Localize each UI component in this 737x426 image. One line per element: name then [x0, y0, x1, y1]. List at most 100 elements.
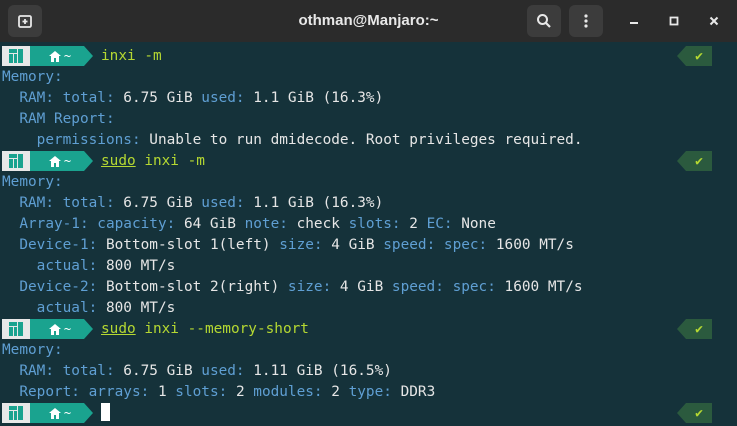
- status-check-icon: ✔: [677, 151, 712, 171]
- output-key: slots:: [348, 216, 401, 232]
- output-line: Report: arrays: 1 slots: 2 modules: 2 ty…: [2, 382, 435, 403]
- output-key: spec:: [452, 279, 496, 295]
- minimize-icon: [630, 22, 638, 24]
- output-line: Array-1: capacity: 64 GiB note: check sl…: [2, 214, 496, 235]
- output-value: 1.1 GiB (16.3%): [244, 90, 384, 106]
- output-line: actual: 800 MT/s: [2, 298, 176, 319]
- maximize-button[interactable]: [662, 9, 686, 33]
- home-dir-label: ~: [63, 49, 72, 63]
- manjaro-logo-icon: [9, 154, 23, 168]
- output-key: Memory:: [2, 342, 63, 358]
- output-key: RAM: total:: [19, 363, 115, 379]
- output-key: speed:: [383, 237, 436, 253]
- output-key: Report: arrays:: [19, 384, 150, 400]
- text-cursor: [101, 403, 110, 421]
- output-line: Memory:: [2, 172, 63, 193]
- command-sudo: sudo: [101, 321, 136, 337]
- output-key: Device-1:: [19, 237, 98, 253]
- command-line[interactable]: inxi -m: [101, 46, 162, 67]
- command-sudo: sudo: [101, 153, 136, 169]
- output-line: permissions: Unable to run dmidecode. Ro…: [2, 130, 583, 151]
- output-value: 4 GiB: [322, 237, 384, 253]
- output-key: used:: [201, 195, 245, 211]
- command-text: inxi -m: [101, 48, 162, 64]
- menu-button[interactable]: [569, 5, 603, 37]
- home-dir-label: ~: [63, 406, 72, 420]
- manjaro-logo-segment: [2, 46, 39, 66]
- output-value: 1.1 GiB (16.3%): [244, 195, 384, 211]
- command-line[interactable]: sudo inxi -m: [101, 151, 205, 172]
- home-dir-segment: ~: [30, 151, 93, 171]
- output-line: RAM Report:: [2, 109, 115, 130]
- output-value: 1: [149, 384, 176, 400]
- home-icon: [48, 155, 61, 167]
- shell-prompt: ~: [0, 403, 93, 423]
- home-dir-label: ~: [63, 154, 72, 168]
- home-icon: [48, 407, 61, 419]
- command-line[interactable]: sudo inxi --memory-short: [101, 319, 309, 340]
- output-value: 1.11 GiB (16.5%): [244, 363, 392, 379]
- output-value: Bottom-slot 1(left): [97, 237, 280, 253]
- output-key: Device-2:: [19, 279, 98, 295]
- minimize-button[interactable]: [622, 9, 646, 33]
- home-dir-segment: ~: [30, 46, 93, 66]
- output-key: Array-1: capacity:: [19, 216, 176, 232]
- shell-prompt: ~: [0, 151, 93, 171]
- home-icon: [48, 50, 61, 62]
- output-value: DDR3: [391, 384, 436, 400]
- status-check-icon: ✔: [677, 319, 712, 339]
- output-value: 4 GiB: [331, 279, 392, 295]
- output-key: EC:: [426, 216, 453, 232]
- output-line: actual: 800 MT/s: [2, 256, 176, 277]
- output-value: 800 MT/s: [97, 258, 176, 274]
- output-value: 2: [400, 216, 427, 232]
- shell-prompt: ~: [0, 46, 93, 66]
- manjaro-logo-icon: [9, 406, 23, 420]
- output-line: RAM: total: 6.75 GiB used: 1.1 GiB (16.3…: [2, 193, 383, 214]
- output-key: used:: [201, 363, 245, 379]
- output-key: permissions:: [36, 132, 141, 148]
- maximize-icon: [669, 16, 679, 26]
- output-value: Bottom-slot 2(right): [97, 279, 288, 295]
- close-icon: [709, 16, 719, 26]
- output-key: actual:: [36, 258, 98, 274]
- output-key: type:: [348, 384, 392, 400]
- output-key: actual:: [36, 300, 98, 316]
- output-key: RAM: total:: [19, 90, 115, 106]
- manjaro-logo-segment: [2, 403, 39, 423]
- output-value: None: [452, 216, 496, 232]
- output-value: 6.75 GiB: [114, 363, 202, 379]
- search-icon: [537, 14, 551, 28]
- output-value: 64 GiB: [175, 216, 245, 232]
- output-line: Memory:: [2, 67, 63, 88]
- search-button[interactable]: [527, 5, 561, 37]
- output-value: [444, 279, 453, 295]
- manjaro-logo-icon: [9, 49, 23, 63]
- output-key: speed:: [391, 279, 444, 295]
- status-check-icon: ✔: [677, 46, 712, 66]
- manjaro-logo-segment: [2, 151, 39, 171]
- output-key: note:: [244, 216, 288, 232]
- output-value: 1600 MT/s: [487, 237, 574, 253]
- home-dir-segment: ~: [30, 403, 93, 423]
- output-value: Unable to run dmidecode. Root privileges…: [140, 132, 583, 148]
- output-value: 2: [322, 384, 349, 400]
- output-line: Device-2: Bottom-slot 2(right) size: 4 G…: [2, 277, 583, 298]
- close-button[interactable]: [702, 9, 726, 33]
- output-line: RAM: total: 6.75 GiB used: 1.11 GiB (16.…: [2, 361, 392, 382]
- terminal-output[interactable]: ~ inxi -m ✔ Memory: RAM: total: 6.75 GiB us…: [0, 42, 737, 426]
- output-key: RAM Report:: [19, 111, 115, 127]
- output-line: Memory:: [2, 340, 63, 361]
- output-key: modules:: [253, 384, 323, 400]
- output-key: slots:: [175, 384, 228, 400]
- output-value: 2: [227, 384, 254, 400]
- home-icon: [48, 323, 61, 335]
- output-value: 6.75 GiB: [114, 90, 202, 106]
- status-check-icon: ✔: [677, 403, 712, 423]
- output-key: used:: [201, 90, 245, 106]
- command-text: inxi -m: [135, 153, 205, 169]
- output-key: size:: [279, 237, 323, 253]
- output-value: [435, 237, 444, 253]
- command-line[interactable]: [101, 403, 110, 424]
- output-value: 1600 MT/s: [495, 279, 583, 295]
